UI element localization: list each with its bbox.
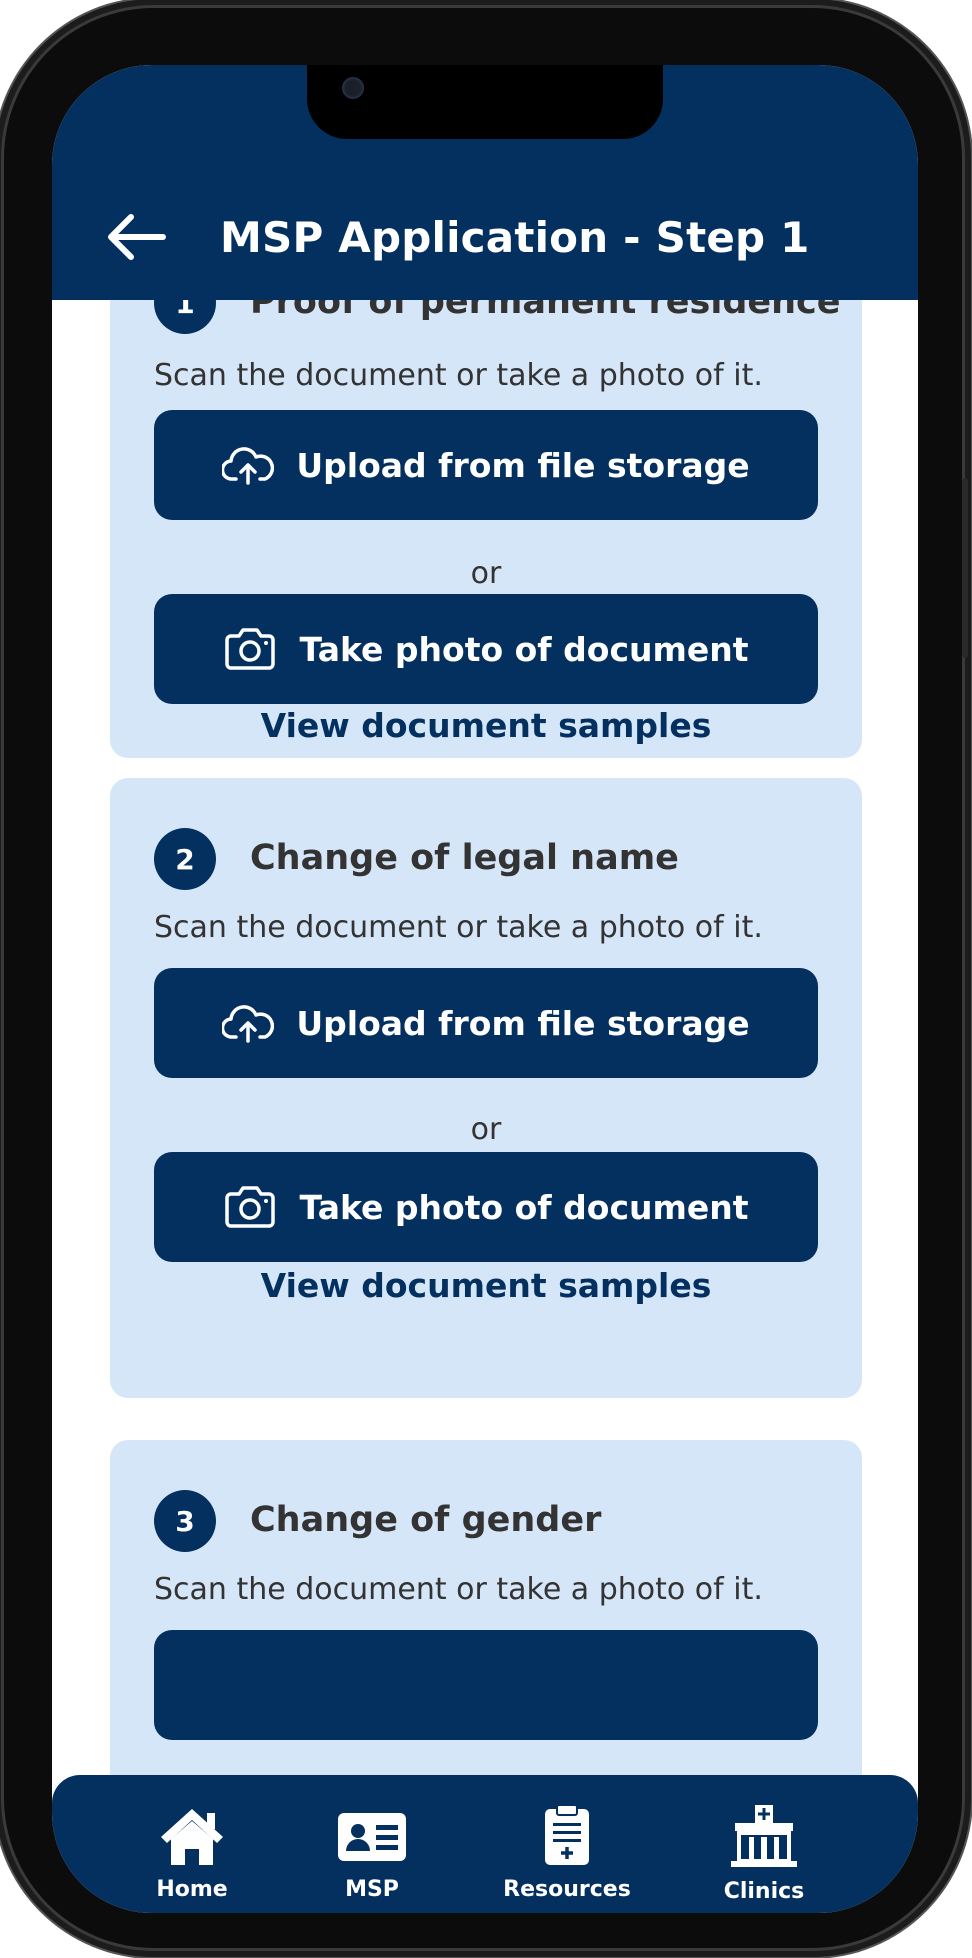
bottom-navigation: Home MSP Resources Clinics: [52, 1775, 918, 1913]
nav-item-clinics[interactable]: Clinics: [684, 1805, 844, 1904]
back-button[interactable]: [104, 205, 168, 269]
take-photo-button[interactable]: Take photo of document: [154, 594, 818, 704]
photo-button-label: Take photo of document: [299, 629, 749, 669]
view-document-samples-link[interactable]: View document samples: [110, 1266, 862, 1305]
card-description: Scan the document or take a photo of it.: [154, 1572, 763, 1607]
page-title: MSP Application - Step 1: [220, 213, 810, 262]
nav-label: Resources: [503, 1877, 631, 1902]
main-content[interactable]: 1 Proof of permanent residence Scan the …: [52, 300, 918, 1820]
card-title: Proof of permanent residence: [250, 300, 841, 322]
id-card-icon: [338, 1813, 406, 1861]
document-card-1: 1 Proof of permanent residence Scan the …: [110, 300, 862, 758]
upload-from-file-storage-button[interactable]: Upload from file storage: [154, 968, 818, 1078]
card-description: Scan the document or take a photo of it.: [154, 358, 763, 393]
document-card-2: 2 Change of legal name Scan the document…: [110, 778, 862, 1398]
notch: [307, 65, 663, 139]
nav-label: Home: [156, 1877, 228, 1902]
phone-screen: MSP Application - Step 1 1 Proof of perm…: [52, 65, 918, 1913]
home-icon: [161, 1809, 223, 1865]
photo-button-label: Take photo of document: [299, 1187, 749, 1227]
upload-from-file-storage-button[interactable]: Upload from file storage: [154, 410, 818, 520]
card-title: Change of gender: [250, 1500, 602, 1540]
nav-item-home[interactable]: Home: [112, 1805, 272, 1902]
cloud-upload-icon: [222, 1005, 275, 1043]
step-number-badge: 1: [154, 300, 216, 334]
nav-item-msp[interactable]: MSP: [292, 1805, 452, 1902]
hospital-icon: [731, 1805, 797, 1867]
document-card-3: 3 Change of gender Scan the document or …: [110, 1440, 862, 1820]
step-number-badge: 2: [154, 828, 216, 890]
clipboard-icon: [545, 1804, 589, 1865]
side-button: [962, 478, 968, 658]
card-title: Change of legal name: [250, 838, 679, 878]
upload-from-file-storage-button[interactable]: [154, 1630, 818, 1740]
arrow-left-icon: [108, 214, 166, 260]
nav-label: MSP: [345, 1877, 399, 1902]
card-description: Scan the document or take a photo of it.: [154, 910, 763, 945]
take-photo-button[interactable]: Take photo of document: [154, 1152, 818, 1262]
or-separator: or: [470, 1112, 502, 1147]
upload-button-label: Upload from file storage: [296, 1003, 750, 1043]
camera-icon: [342, 77, 364, 99]
or-separator: or: [470, 556, 502, 591]
upload-button-label: Upload from file storage: [296, 445, 750, 485]
phone-frame: MSP Application - Step 1 1 Proof of perm…: [4, 8, 968, 1948]
step-number-badge: 3: [154, 1490, 216, 1552]
camera-icon: [225, 1186, 276, 1228]
nav-item-resources[interactable]: Resources: [487, 1804, 647, 1902]
view-document-samples-link[interactable]: View document samples: [110, 706, 862, 745]
camera-icon: [225, 628, 276, 670]
nav-label: Clinics: [723, 1879, 805, 1904]
cloud-upload-icon: [222, 447, 275, 485]
